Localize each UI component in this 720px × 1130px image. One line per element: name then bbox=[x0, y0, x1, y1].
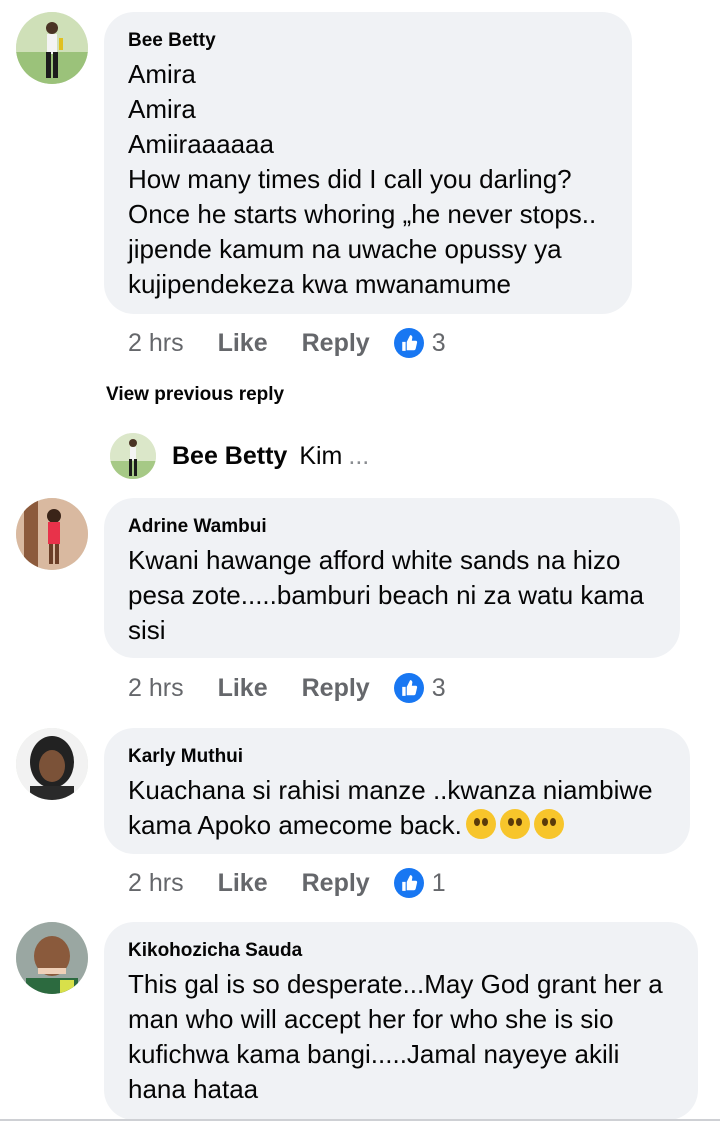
thumbs-up-icon[interactable] bbox=[393, 868, 424, 898]
rolling-eyes-emoji-icon bbox=[499, 809, 530, 839]
comment-bubble: Kikohozicha Sauda This gal is so despera… bbox=[104, 922, 698, 1120]
comment-line: Amira bbox=[128, 59, 196, 89]
comment-bubble: Adrine Wambui Kwani hawange afford white… bbox=[104, 498, 680, 658]
reply-button[interactable]: Reply bbox=[302, 674, 370, 703]
comment-line: kama Apoko amecome back. bbox=[128, 810, 462, 840]
comment-timestamp[interactable]: 2 hrs bbox=[128, 869, 184, 898]
comment-author[interactable]: Bee Betty bbox=[128, 29, 608, 53]
comment-line: kufichwa kama bangi.....Jamal nayeye aki… bbox=[128, 1039, 620, 1069]
comment-timestamp[interactable]: 2 hrs bbox=[128, 674, 184, 703]
reply-author[interactable]: Bee Betty bbox=[172, 442, 287, 471]
comment-bubble: Karly Muthui Kuachana si rahisi manze ..… bbox=[104, 728, 690, 854]
thumbs-up-icon[interactable] bbox=[393, 328, 424, 358]
comment-line: Once he starts whoring „he never stops.. bbox=[128, 199, 597, 229]
avatar-bee-betty[interactable] bbox=[16, 12, 88, 84]
comment-line: Kwani hawange afford white sands na hizo bbox=[128, 545, 621, 575]
comment-line: Amira bbox=[128, 94, 196, 124]
comment-line: hana hataa bbox=[128, 1074, 259, 1104]
comment-line-with-emoji: kama Apoko amecome back. bbox=[128, 808, 666, 843]
comment-author[interactable]: Adrine Wambui bbox=[128, 515, 656, 539]
like-count[interactable]: 1 bbox=[432, 869, 446, 898]
comment-actions: 2 hrs Like Reply 1 bbox=[128, 866, 446, 900]
comment-line: kujipendekeza kwa mwanamume bbox=[128, 269, 511, 299]
like-button[interactable]: Like bbox=[218, 329, 268, 358]
comment-author[interactable]: Karly Muthui bbox=[128, 745, 666, 769]
user-avatar-photo-icon bbox=[16, 498, 88, 570]
comment-actions: 2 hrs Like Reply 3 bbox=[128, 326, 446, 360]
hand-over-mouth-emoji-icon bbox=[533, 809, 564, 839]
reply-ellipsis: ... bbox=[348, 441, 370, 470]
avatar-kikohozicha-sauda[interactable] bbox=[16, 922, 88, 994]
user-avatar-photo-icon bbox=[16, 728, 88, 800]
like-button[interactable]: Like bbox=[218, 869, 268, 898]
comment-bubble: Bee Betty Amira Amira Amiiraaaaaa How ma… bbox=[104, 12, 632, 314]
comment-line: pesa zote.....bamburi beach ni za watu k… bbox=[128, 580, 644, 610]
comment-line: man who will accept her for who she is s… bbox=[128, 1004, 614, 1034]
reply-preview[interactable]: Bee Betty Kim ... bbox=[110, 432, 369, 480]
avatar-adrine-wambui[interactable] bbox=[16, 498, 88, 570]
reply-snippet: Kim bbox=[299, 441, 343, 470]
reply-button[interactable]: Reply bbox=[302, 329, 370, 358]
reply-button[interactable]: Reply bbox=[302, 869, 370, 898]
comment-line: This gal is so desperate...May God grant… bbox=[128, 969, 663, 999]
like-count[interactable]: 3 bbox=[432, 674, 446, 703]
avatar-bee-betty-small[interactable] bbox=[110, 433, 156, 479]
divider bbox=[0, 1119, 720, 1121]
user-avatar-photo-icon bbox=[16, 12, 88, 84]
thinking-face-emoji-icon bbox=[465, 809, 496, 839]
comment-author[interactable]: Kikohozicha Sauda bbox=[128, 939, 674, 963]
user-avatar-photo-icon bbox=[110, 433, 156, 479]
like-button[interactable]: Like bbox=[218, 674, 268, 703]
comment-line: jipende kamum na uwache opussy ya bbox=[128, 234, 562, 264]
like-count[interactable]: 3 bbox=[432, 329, 446, 358]
comment-line: Kuachana si rahisi manze ..kwanza niambi… bbox=[128, 775, 653, 805]
comment-line: How many times did I call you darling? bbox=[128, 164, 572, 194]
comment-actions: 2 hrs Like Reply 3 bbox=[128, 671, 446, 705]
comment-line: sisi bbox=[128, 615, 166, 645]
comment-timestamp[interactable]: 2 hrs bbox=[128, 329, 184, 358]
user-avatar-photo-icon bbox=[16, 922, 88, 994]
view-previous-reply-link[interactable]: View previous reply bbox=[106, 384, 284, 406]
thumbs-up-icon[interactable] bbox=[393, 673, 424, 703]
avatar-karly-muthui[interactable] bbox=[16, 728, 88, 800]
comment-line: Amiiraaaaaa bbox=[128, 129, 274, 159]
